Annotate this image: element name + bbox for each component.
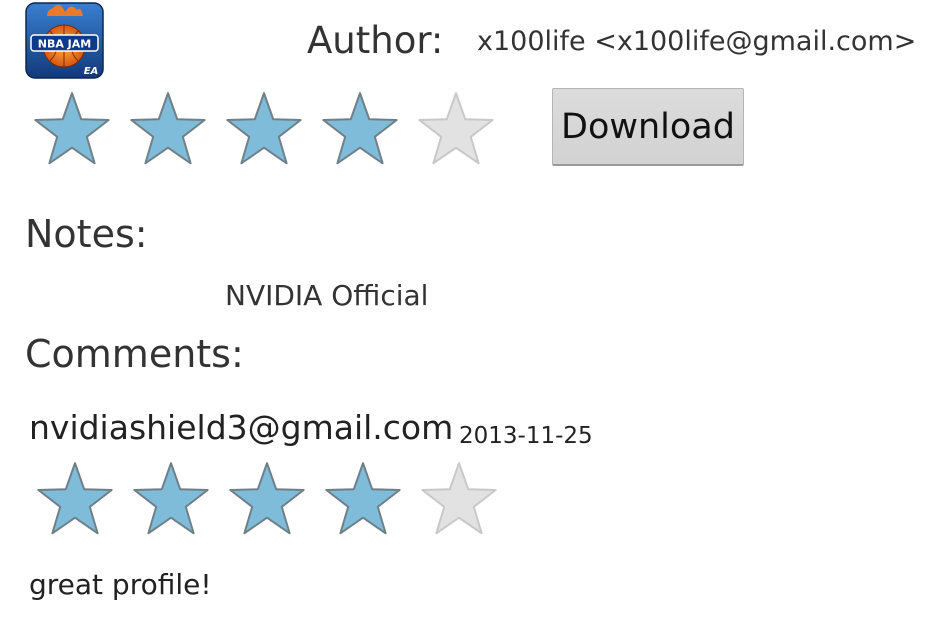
comment-rating-stars [36, 460, 516, 538]
download-button[interactable]: Download [552, 88, 744, 166]
comments-title: Comments: [25, 332, 244, 376]
author-label: Author: [307, 19, 444, 62]
notes-value: NVIDIA Official [225, 279, 429, 312]
star-empty-icon[interactable] [417, 90, 495, 168]
star-filled-icon [228, 460, 306, 538]
star-filled-icon [324, 460, 402, 538]
comment-author: nvidiashield3@gmail.com [29, 408, 454, 447]
notes-title: Notes: [25, 212, 148, 256]
star-filled-icon [132, 460, 210, 538]
star-filled-icon[interactable] [33, 90, 111, 168]
app-icon-text: NBA JAM [38, 38, 92, 51]
app-icon-badge: EA [84, 66, 99, 77]
star-filled-icon[interactable] [321, 90, 399, 168]
app-icon: NBA JAM EA [25, 2, 104, 79]
app-rating-stars[interactable] [33, 90, 513, 168]
comment-text: great profile! [29, 568, 212, 601]
star-filled-icon[interactable] [129, 90, 207, 168]
comment-date: 2013-11-25 [459, 423, 593, 449]
author-value: x100life <x100life@gmail.com> [477, 26, 917, 57]
star-filled-icon [36, 460, 114, 538]
star-filled-icon[interactable] [225, 90, 303, 168]
star-empty-icon [420, 460, 498, 538]
